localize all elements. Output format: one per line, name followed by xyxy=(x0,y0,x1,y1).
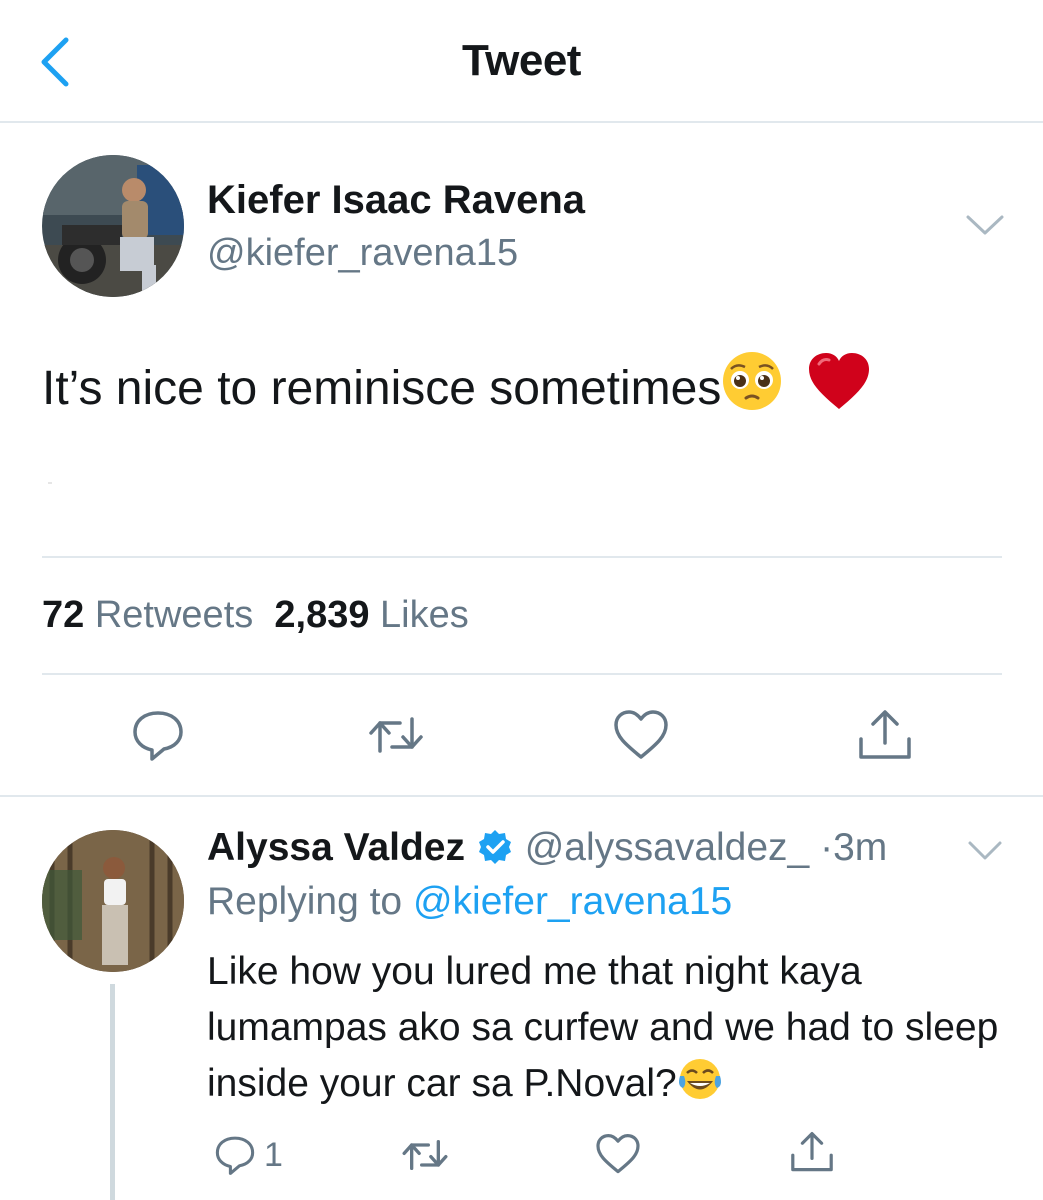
avatar[interactable] xyxy=(42,155,184,297)
like-button[interactable] xyxy=(611,705,671,765)
retweet-icon xyxy=(369,717,423,753)
red-heart-emoji xyxy=(807,352,871,424)
separator-dot: · xyxy=(809,826,834,869)
chevron-down-icon xyxy=(966,215,1004,235)
author-name[interactable]: Kiefer Isaac Ravena xyxy=(207,178,585,223)
replying-prefix: Replying to xyxy=(207,880,403,923)
page-title: Tweet xyxy=(462,36,581,85)
share-button[interactable] xyxy=(855,705,915,765)
divider xyxy=(0,795,1043,797)
media-placeholder-mark xyxy=(48,482,52,484)
reply-reply-button[interactable]: 1 xyxy=(212,1130,283,1180)
chevron-down-icon xyxy=(968,841,1002,860)
reply-header: Alyssa Valdez @alyssavaldez_ ·3m xyxy=(207,826,887,876)
replying-to: Replying to @kiefer_ravena15 xyxy=(207,880,732,924)
share-icon xyxy=(791,1132,833,1172)
reply-timestamp[interactable]: 3m xyxy=(833,826,887,869)
reply-button[interactable] xyxy=(128,705,188,765)
reply-icon xyxy=(215,1136,255,1175)
author-handle[interactable]: @kiefer_ravena15 xyxy=(207,232,518,275)
divider xyxy=(42,556,1002,558)
reply-body: Like how you lured me that night kaya lu… xyxy=(207,950,999,1105)
reply-text: Like how you lured me that night kaya lu… xyxy=(207,944,1007,1118)
reply-icon xyxy=(133,711,183,761)
tweet-text: It’s nice to reminisce sometimes xyxy=(42,350,871,424)
tweet-options-button[interactable] xyxy=(960,205,1010,245)
verified-badge-icon xyxy=(476,828,514,876)
heart-icon xyxy=(614,710,668,759)
thread-line xyxy=(110,984,115,1200)
retweet-button[interactable] xyxy=(366,705,426,765)
reply-like-button[interactable] xyxy=(594,1130,642,1180)
reply-share-button[interactable] xyxy=(788,1128,836,1178)
reply-author-name[interactable]: Alyssa Valdez xyxy=(207,826,465,869)
heart-icon xyxy=(596,1134,640,1174)
share-icon xyxy=(859,710,911,759)
reply-count: 1 xyxy=(264,1135,283,1174)
retweets-label[interactable]: Retweets xyxy=(95,594,253,636)
likes-label[interactable]: Likes xyxy=(380,594,469,636)
tears-of-joy-emoji xyxy=(677,1056,723,1118)
reply-retweet-button[interactable] xyxy=(400,1130,450,1180)
reply-options-button[interactable] xyxy=(962,833,1008,869)
pleading-face-emoji xyxy=(721,350,783,424)
tweet-body: It’s nice to reminisce sometimes xyxy=(42,362,722,415)
retweets-count[interactable]: 72 xyxy=(42,594,84,636)
reply-author-handle[interactable]: @alyssavaldez_ xyxy=(525,826,810,869)
avatar[interactable] xyxy=(42,830,184,972)
replying-to-handle-link[interactable]: @kiefer_ravena15 xyxy=(413,880,732,923)
retweet-icon xyxy=(402,1140,448,1170)
divider xyxy=(42,673,1002,675)
tweet-stats: 72 Retweets 2,839 Likes xyxy=(42,594,469,637)
likes-count[interactable]: 2,839 xyxy=(274,594,369,636)
